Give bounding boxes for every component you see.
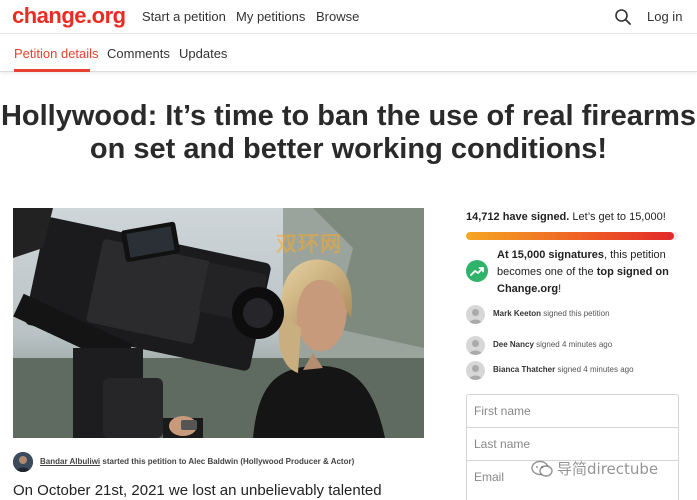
signer-avatar: [466, 305, 485, 324]
signer-name: Mark Keeton: [493, 309, 542, 318]
sign-petition-form: [466, 394, 679, 500]
signer-name: Bianca Thatcher: [493, 365, 556, 374]
first-name-field-wrapper: [467, 395, 678, 428]
active-tab-indicator: [14, 69, 90, 72]
starter-avatar[interactable]: [13, 452, 33, 472]
signer-action: signed this petition: [543, 309, 610, 318]
recent-signer: Mark Keeton signed this petition: [466, 305, 680, 325]
starter-description: Bandar Albuliwi started this petition to…: [40, 457, 354, 466]
petition-title: Hollywood: It’s time to ban the use of r…: [0, 100, 697, 166]
watermark-bottom-text: 导简directube: [557, 460, 659, 478]
signer-text: Bianca Thatcher signed 4 minutes ago: [493, 365, 634, 374]
signer-text: Mark Keeton signed this petition: [493, 309, 610, 318]
signature-goal: Let’s get to 15,000!: [572, 211, 666, 223]
trending-up-icon: [466, 260, 488, 282]
signer-text: Dee Nancy signed 4 minutes ago: [493, 340, 612, 349]
default-avatar-icon: [469, 340, 482, 355]
signer-avatar: [466, 361, 485, 380]
last-name-field-wrapper: [467, 428, 678, 461]
signer-action: signed 4 minutes ago: [536, 340, 613, 349]
signer-name: Dee Nancy: [493, 340, 534, 349]
default-avatar-icon: [469, 309, 482, 324]
watermark-top: 双环网: [276, 232, 342, 256]
petition-story-text: On October 21st, 2021 we lost an unbelie…: [13, 482, 382, 499]
recent-signer: Dee Nancy signed 4 minutes ago: [466, 336, 680, 356]
milestone-text-end: !: [558, 283, 562, 295]
search-icon[interactable]: [614, 8, 632, 26]
camera-operator-photo: [13, 208, 424, 438]
petition-title-line-2: on set and better working conditions!: [89, 133, 608, 165]
starter-avatar-image: [13, 452, 33, 472]
top-navigation-bar: change.org Start a petition My petitions…: [0, 0, 697, 34]
trending-up-arrow: [470, 267, 484, 276]
default-avatar-icon: [469, 365, 482, 380]
petition-title-line-1: Hollywood: It’s time to ban the use of r…: [0, 100, 697, 132]
signature-count: 14,712 have signed.: [466, 211, 570, 223]
wechat-icon: [531, 460, 553, 477]
tab-comments[interactable]: Comments: [107, 46, 170, 61]
starter-rest-text: started this petition to Alec Baldwin (H…: [102, 457, 355, 466]
recent-signer: Bianca Thatcher signed 4 minutes ago: [466, 361, 680, 381]
tab-petition-details[interactable]: Petition details: [14, 46, 99, 61]
nav-start-petition[interactable]: Start a petition: [142, 9, 226, 24]
petition-starter: Bandar Albuliwi started this petition to…: [13, 452, 433, 472]
last-name-input[interactable]: [474, 437, 669, 451]
nav-browse[interactable]: Browse: [316, 9, 359, 24]
petition-hero-image: [13, 208, 424, 438]
milestone-target: At 15,000 signatures: [497, 249, 604, 261]
starter-name-link[interactable]: Bandar Albuliwi: [40, 457, 100, 466]
nav-my-petitions[interactable]: My petitions: [236, 9, 305, 24]
signature-progress-fill: [466, 232, 674, 240]
change-org-logo[interactable]: change.org: [12, 3, 126, 29]
first-name-input[interactable]: [474, 404, 669, 418]
tab-updates[interactable]: Updates: [179, 46, 227, 61]
petition-tabs: Petition details Comments Updates: [0, 34, 697, 72]
signer-avatar: [466, 336, 485, 355]
signature-progress-bar: [466, 232, 678, 240]
login-link[interactable]: Log in: [647, 9, 682, 24]
signer-action: signed 4 minutes ago: [557, 365, 634, 374]
signature-count-line: 14,712 have signed. Let’s get to 15,000!: [466, 211, 666, 223]
milestone-message: At 15,000 signatures, this petition beco…: [497, 247, 682, 298]
